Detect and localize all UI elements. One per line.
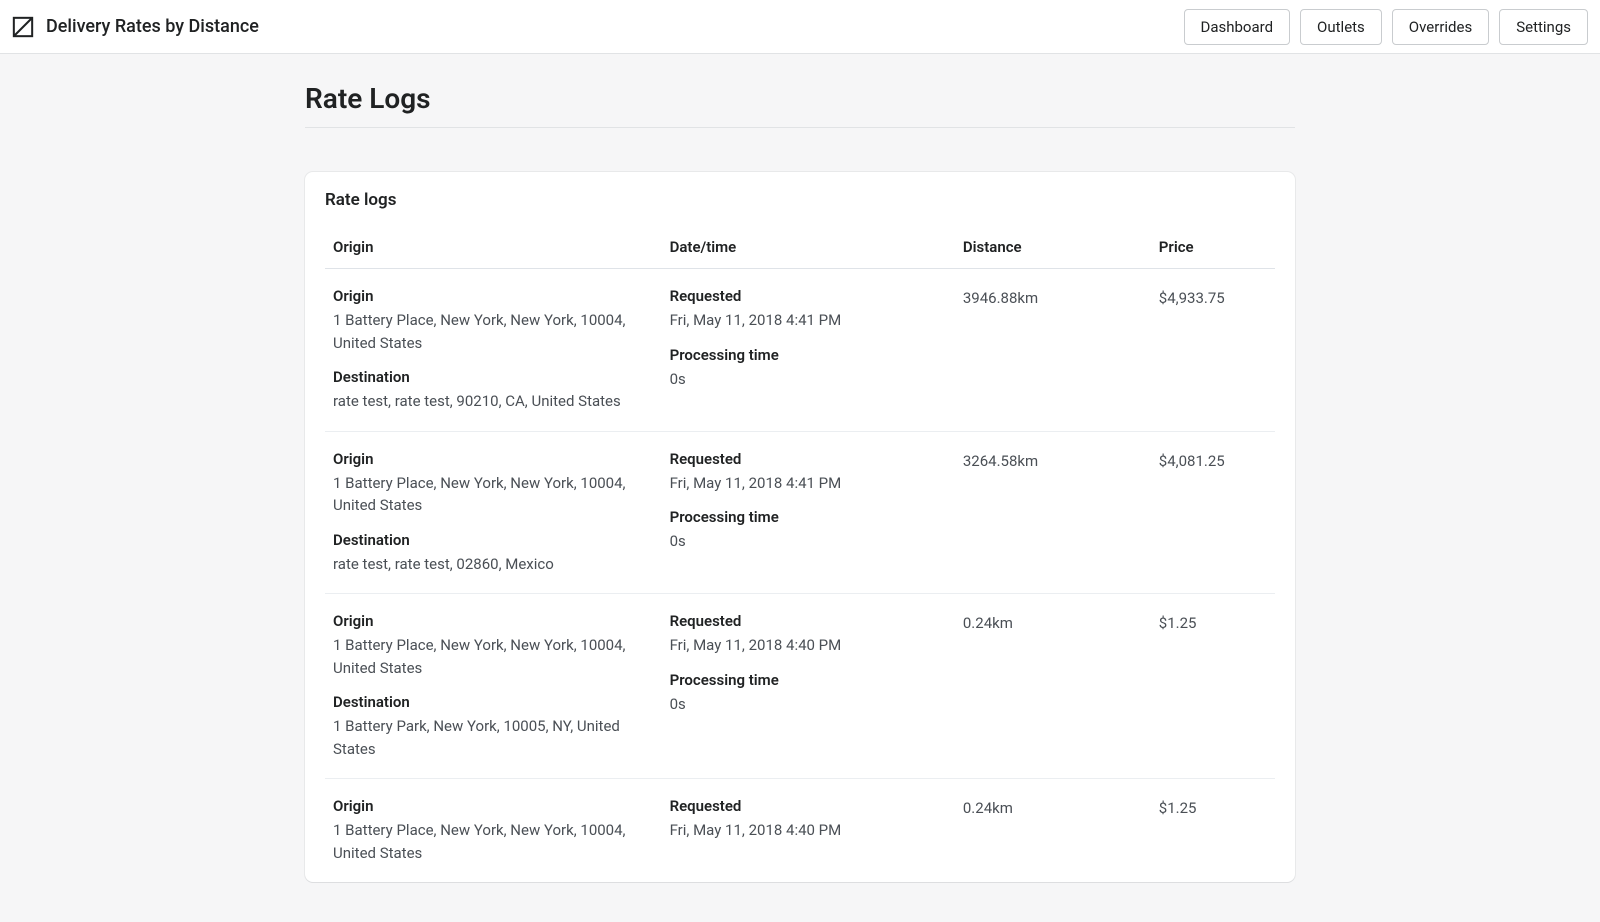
distance-value: 3264.58km (963, 450, 1147, 576)
origin-cell: Origin 1 Battery Place, New York, New Yo… (333, 612, 658, 760)
requested-label: Requested (670, 287, 951, 305)
brand: Delivery Rates by Distance (12, 16, 259, 38)
requested-value: Fri, May 11, 2018 4:40 PM (670, 634, 951, 657)
nav-dashboard[interactable]: Dashboard (1184, 9, 1291, 45)
origin-label: Origin (333, 450, 658, 468)
topbar: Delivery Rates by Distance Dashboard Out… (0, 0, 1600, 54)
title-divider (305, 127, 1295, 128)
requested-value: Fri, May 11, 2018 4:40 PM (670, 819, 951, 842)
origin-value: 1 Battery Place, New York, New York, 100… (333, 634, 658, 679)
origin-value: 1 Battery Place, New York, New York, 100… (333, 472, 658, 517)
destination-label: Destination (333, 693, 658, 711)
price-value: $4,933.75 (1159, 287, 1267, 413)
table-row: Origin 1 Battery Place, New York, New Yo… (325, 779, 1275, 882)
card-title: Rate logs (325, 190, 1275, 210)
col-distance: Distance (963, 238, 1147, 256)
app-title: Delivery Rates by Distance (46, 16, 259, 37)
processing-time-value: 0s (670, 530, 951, 553)
requested-label: Requested (670, 450, 951, 468)
table-header-row: Origin Date/time Distance Price (325, 226, 1275, 269)
nav-settings[interactable]: Settings (1499, 9, 1588, 45)
nav: Dashboard Outlets Overrides Settings (1184, 9, 1589, 45)
price-value: $1.25 (1159, 797, 1267, 864)
col-datetime: Date/time (670, 238, 951, 256)
distance-value: 3946.88km (963, 287, 1147, 413)
table-row: Origin 1 Battery Place, New York, New Yo… (325, 269, 1275, 432)
price-value: $4,081.25 (1159, 450, 1267, 576)
distance-value: 0.24km (963, 797, 1147, 864)
requested-label: Requested (670, 612, 951, 630)
destination-value: rate test, rate test, 90210, CA, United … (333, 390, 658, 413)
datetime-cell: Requested Fri, May 11, 2018 4:40 PM Proc… (670, 612, 951, 760)
nav-outlets[interactable]: Outlets (1300, 9, 1382, 45)
datetime-cell: Requested Fri, May 11, 2018 4:41 PM Proc… (670, 287, 951, 413)
origin-label: Origin (333, 612, 658, 630)
origin-label: Origin (333, 287, 658, 305)
requested-value: Fri, May 11, 2018 4:41 PM (670, 472, 951, 495)
requested-value: Fri, May 11, 2018 4:41 PM (670, 309, 951, 332)
processing-time-label: Processing time (670, 346, 951, 364)
col-origin: Origin (333, 238, 658, 256)
table-row: Origin 1 Battery Place, New York, New Yo… (325, 432, 1275, 595)
origin-cell: Origin 1 Battery Place, New York, New Yo… (333, 450, 658, 576)
price-value: $1.25 (1159, 612, 1267, 760)
processing-time-label: Processing time (670, 671, 951, 689)
processing-time-value: 0s (670, 693, 951, 716)
destination-value: 1 Battery Park, New York, 10005, NY, Uni… (333, 715, 658, 760)
origin-value: 1 Battery Place, New York, New York, 100… (333, 309, 658, 354)
requested-label: Requested (670, 797, 951, 815)
app-logo-icon (12, 16, 34, 38)
datetime-cell: Requested Fri, May 11, 2018 4:41 PM Proc… (670, 450, 951, 576)
processing-time-value: 0s (670, 368, 951, 391)
datetime-cell: Requested Fri, May 11, 2018 4:40 PM (670, 797, 951, 864)
origin-label: Origin (333, 797, 658, 815)
page-main: Rate Logs Rate logs Origin Date/time Dis… (305, 54, 1295, 922)
card-header: Rate logs (305, 172, 1295, 210)
destination-value: rate test, rate test, 02860, Mexico (333, 553, 658, 576)
rate-logs-card: Rate logs Origin Date/time Distance Pric… (305, 172, 1295, 882)
destination-label: Destination (333, 368, 658, 386)
nav-overrides[interactable]: Overrides (1392, 9, 1489, 45)
page-title: Rate Logs (305, 82, 1295, 115)
origin-cell: Origin 1 Battery Place, New York, New Yo… (333, 287, 658, 413)
processing-time-label: Processing time (670, 508, 951, 526)
table-row: Origin 1 Battery Place, New York, New Yo… (325, 594, 1275, 779)
col-price: Price (1159, 238, 1267, 256)
distance-value: 0.24km (963, 612, 1147, 760)
origin-cell: Origin 1 Battery Place, New York, New Yo… (333, 797, 658, 864)
rate-logs-table: Origin Date/time Distance Price Origin 1… (305, 210, 1295, 882)
destination-label: Destination (333, 531, 658, 549)
origin-value: 1 Battery Place, New York, New York, 100… (333, 819, 658, 864)
